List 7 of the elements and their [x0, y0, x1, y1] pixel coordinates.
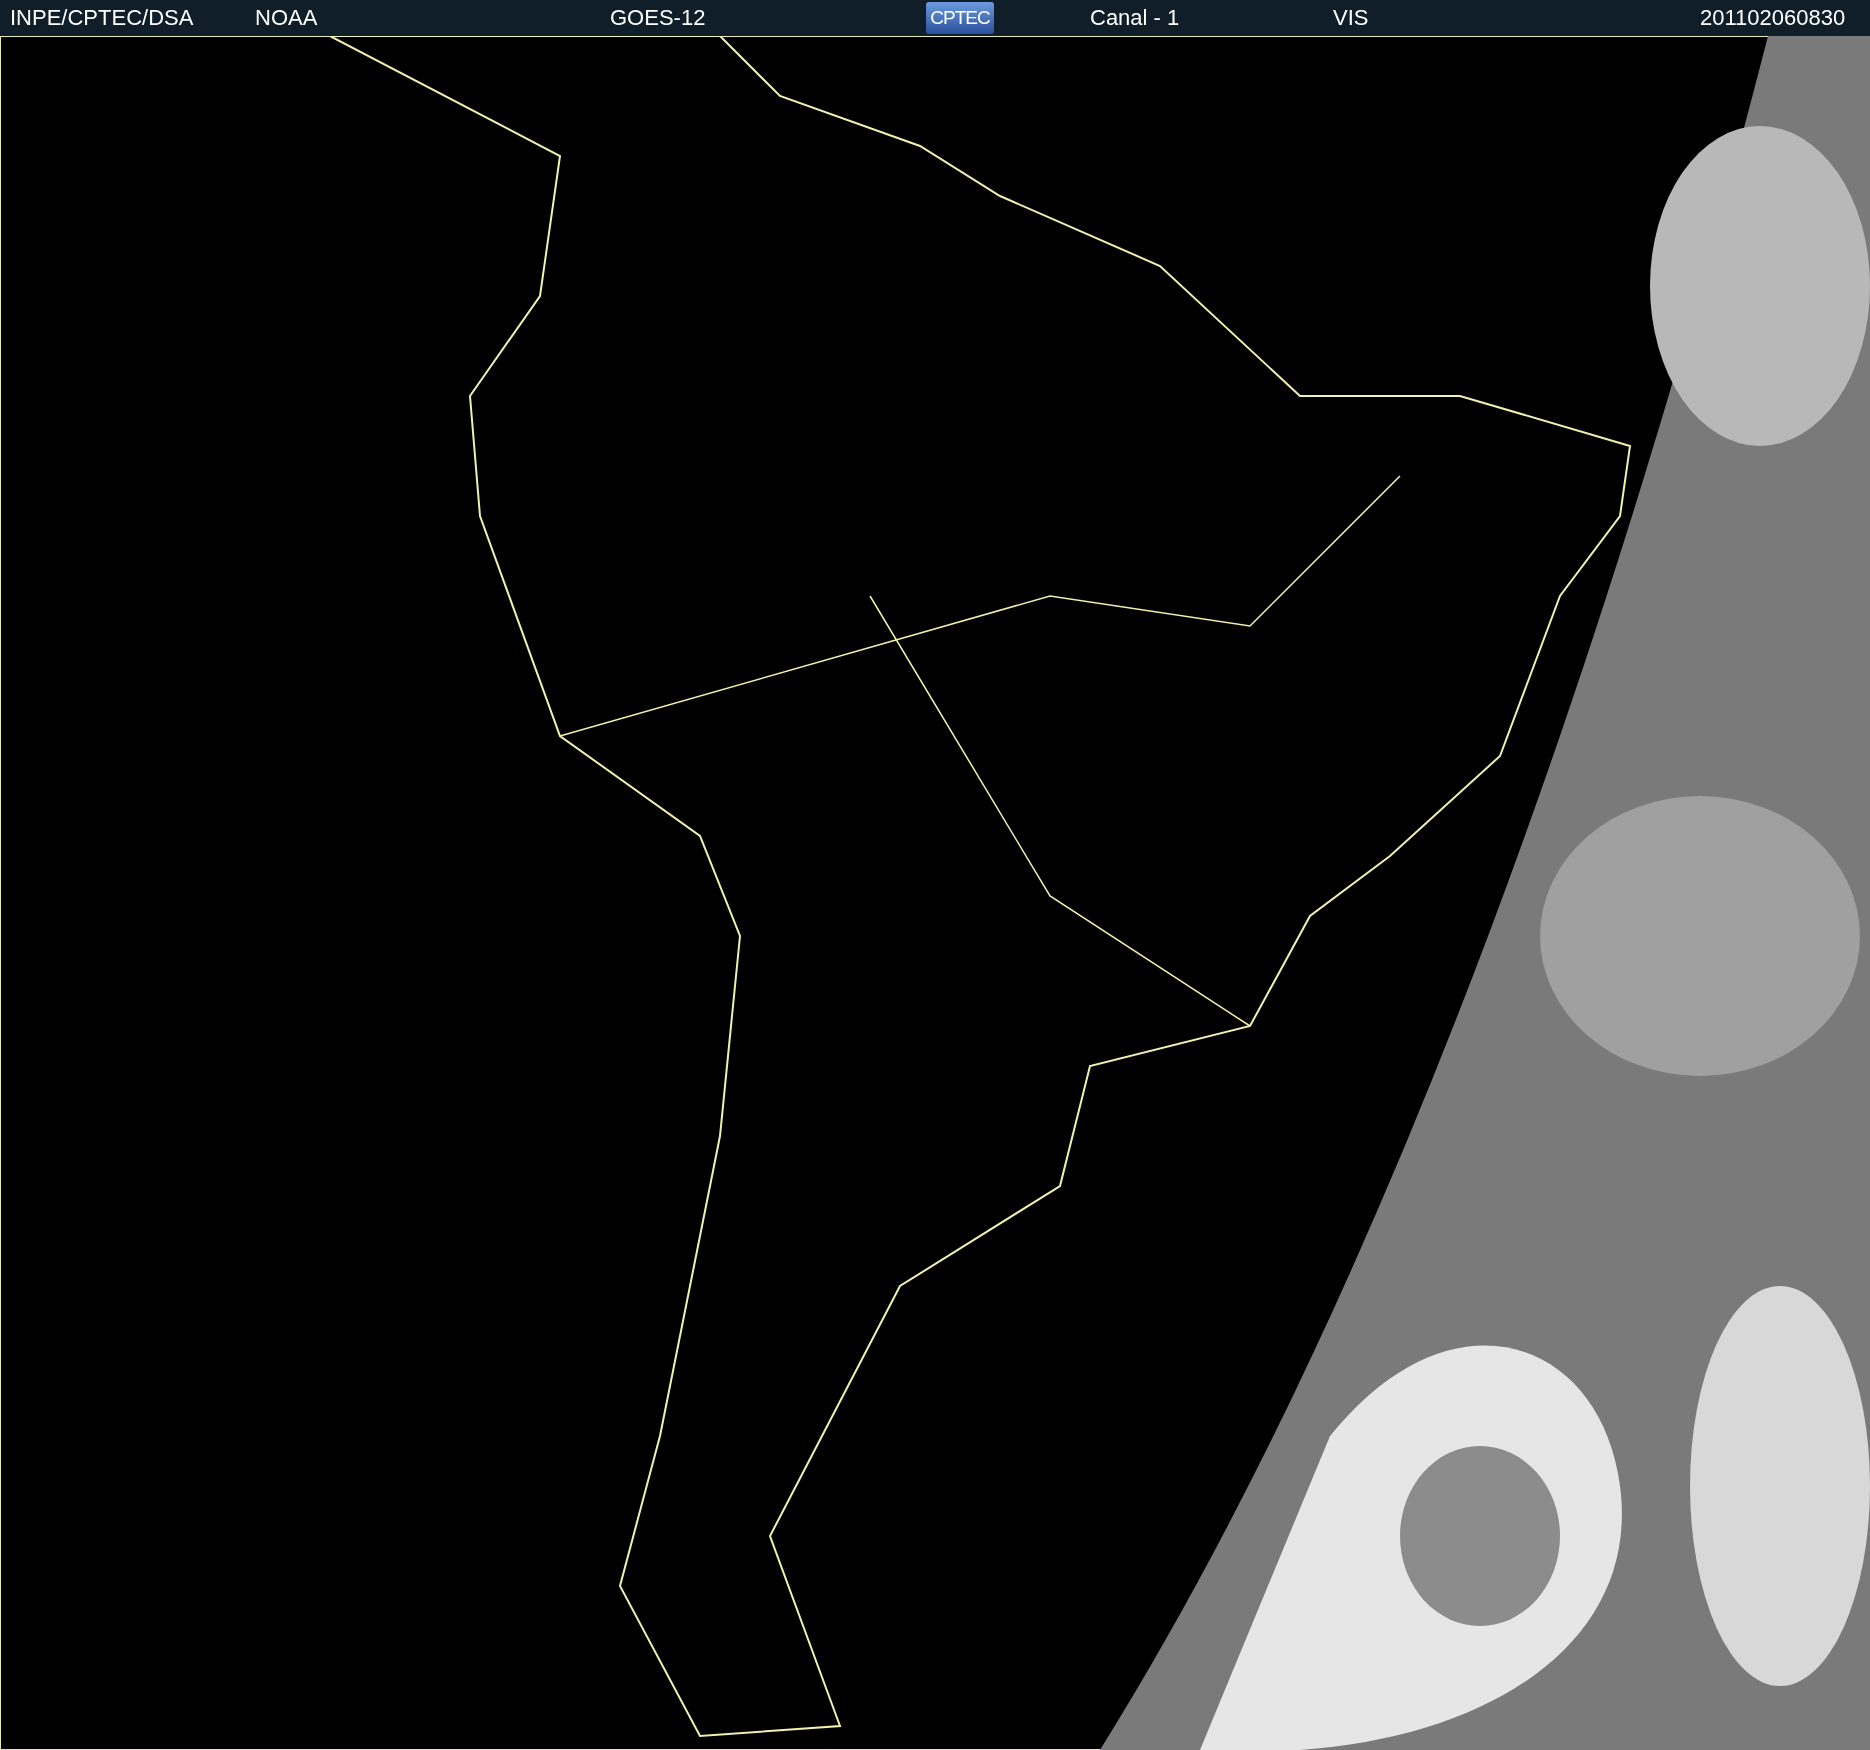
header-label: 201102060830 [1700, 5, 1847, 31]
header-label: VIS [1333, 5, 1370, 31]
header-label: NOAA [255, 5, 319, 31]
header-label: GOES-12 [610, 5, 707, 31]
agency-logo: CPTEC [926, 2, 994, 34]
header-label: INPE/CPTEC/DSA [10, 5, 195, 31]
header-label: Canal - 1 [1090, 5, 1181, 31]
